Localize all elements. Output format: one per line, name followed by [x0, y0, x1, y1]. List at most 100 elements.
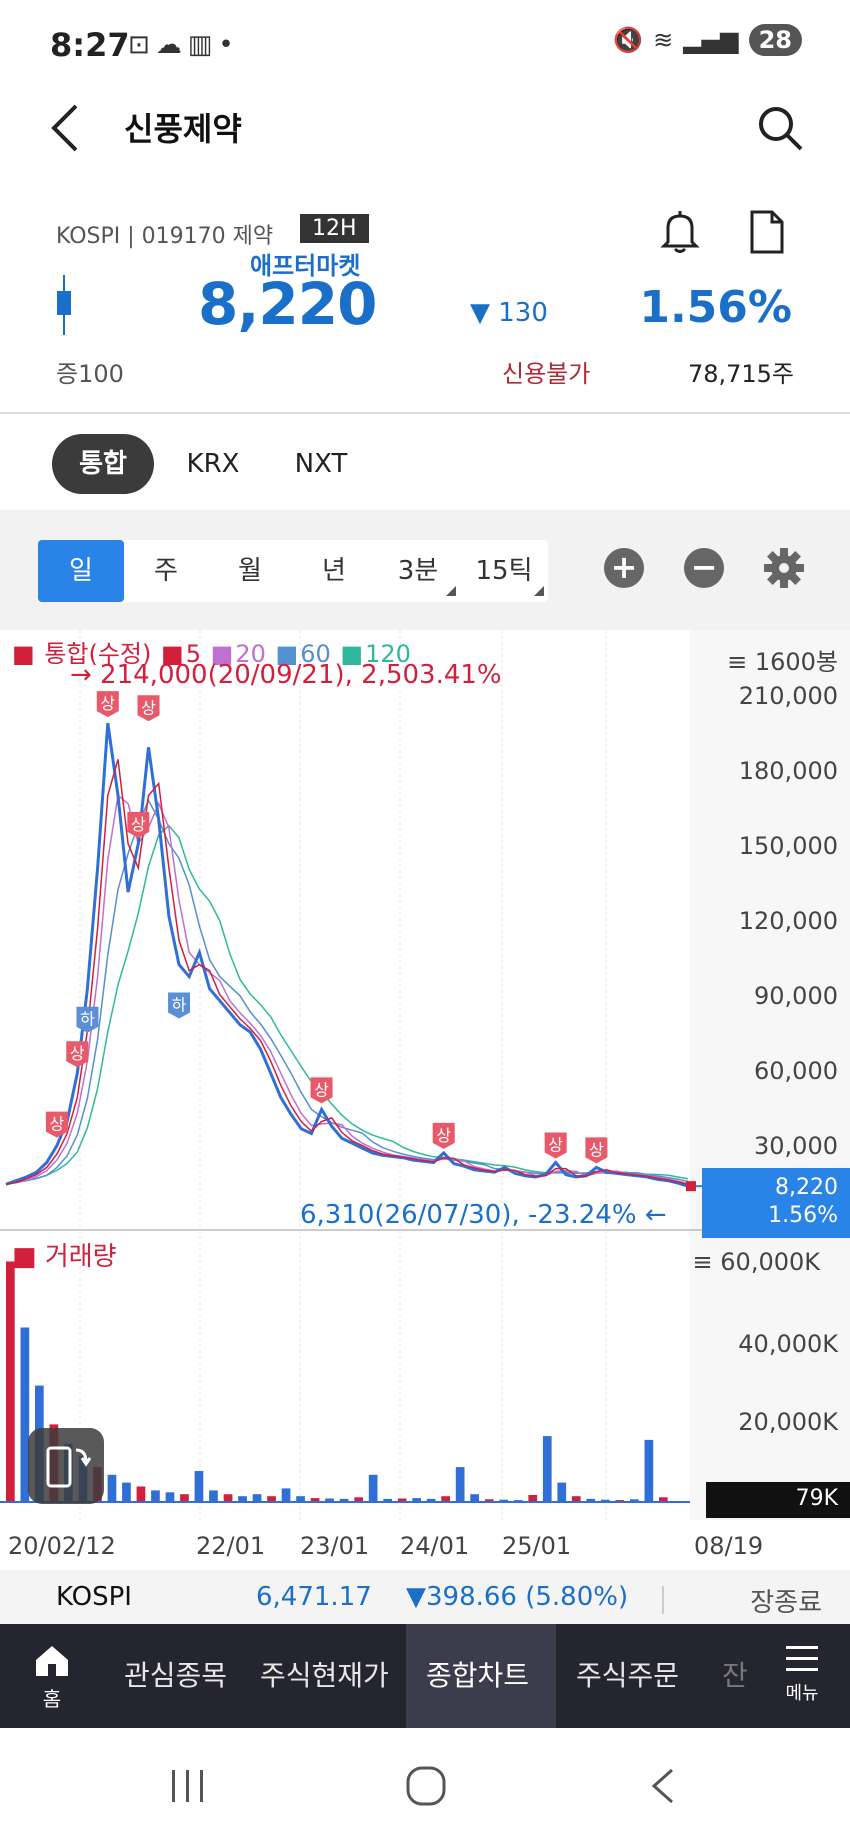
y-tick: 60,000 — [754, 1057, 838, 1085]
bar-count[interactable]: ≡ 1600봉 — [727, 642, 838, 677]
index-name: KOSPI — [56, 1582, 132, 1612]
credit-status: 신용불가 — [502, 360, 591, 388]
page-title: 신풍제약 — [124, 110, 242, 148]
limit-up-label: 상 — [589, 1140, 604, 1159]
volume-bar — [209, 1490, 218, 1502]
nav-home[interactable]: 홈 — [22, 1642, 82, 1712]
market-name: KOSPI — [56, 224, 121, 249]
period-tab-year[interactable]: 년 — [292, 540, 376, 602]
zoom-in-button[interactable]: + — [604, 548, 644, 588]
volume-bar — [180, 1494, 189, 1502]
rotate-icon — [46, 1446, 92, 1488]
low-price-note: 6,310(26/07/30), -23.24% ← — [300, 1200, 667, 1230]
y-tick: 30,000 — [754, 1132, 838, 1160]
nav-order[interactable]: 주식주문 — [576, 1654, 679, 1694]
limit-up-label: 상 — [100, 694, 115, 713]
current-price-tag: 8,220 1.56% — [702, 1168, 850, 1238]
list-icon: ≡ — [727, 648, 755, 676]
nav-more-cut[interactable]: 잔 — [722, 1654, 748, 1694]
period-tab-15tick[interactable]: 15틱 — [460, 540, 548, 602]
limit-up-label: 상 — [436, 1126, 451, 1145]
x-label: 24/01 — [400, 1532, 470, 1560]
nav-menu[interactable]: 메뉴 — [774, 1644, 830, 1705]
period-tab-month[interactable]: 월 — [208, 540, 292, 602]
list-icon: ≡ — [692, 1248, 721, 1276]
session-badge: 12H — [300, 214, 369, 243]
nav-chart[interactable]: 종합차트 — [426, 1654, 529, 1694]
y-tick: 210,000 — [738, 682, 838, 710]
document-icon[interactable] — [746, 210, 786, 254]
x-label: 22/01 — [196, 1532, 266, 1560]
period-tab-day[interactable]: 일 — [38, 540, 124, 602]
period-tab-3min[interactable]: 3분 — [376, 540, 460, 602]
period-toolbar: 일 주 월 년 3분 15틱 + − — [0, 510, 850, 630]
back-system-icon[interactable] — [648, 1766, 678, 1806]
volume-bar — [455, 1467, 465, 1502]
stock-code: 019170 — [141, 224, 226, 249]
margin-rate: 증100 — [56, 360, 124, 388]
rotate-screen-button[interactable] — [28, 1428, 104, 1504]
volume-bar — [122, 1482, 131, 1502]
divider — [662, 1586, 664, 1614]
home-system-icon[interactable] — [404, 1764, 448, 1808]
tab-combined[interactable]: 통합 — [52, 434, 154, 494]
tab-krx[interactable]: KRX — [172, 434, 254, 494]
stock-meta: KOSPI | 019170 제약 — [56, 224, 274, 249]
dropdown-corner-icon — [534, 586, 544, 596]
tab-nxt[interactable]: NXT — [280, 434, 362, 494]
price-chart[interactable]: 상상상상상하하상상상상 ■ 통합(수정) ■5 ■20 ■60 ■120 → 2… — [0, 630, 850, 1560]
volume-bar — [107, 1474, 117, 1502]
x-label: 08/19 — [694, 1532, 764, 1560]
market-status: 장종료 — [750, 1588, 822, 1618]
volume-y-tick: 40,000K — [738, 1330, 838, 1358]
period-tab-week[interactable]: 주 — [124, 540, 208, 602]
index-value: 6,471.17 — [256, 1582, 372, 1612]
period-tabs: 일 주 월 년 3분 15틱 — [38, 540, 548, 602]
hamburger-icon — [786, 1646, 818, 1671]
limit-up-label: 상 — [131, 815, 146, 834]
volume-bar — [557, 1482, 567, 1502]
chart-canvas: 상상상상상하하상상상 상 — [0, 630, 850, 1520]
back-arrow-icon[interactable] — [46, 100, 86, 156]
y-tick: 150,000 — [738, 832, 838, 860]
x-label: 25/01 — [502, 1532, 572, 1560]
bell-icon[interactable] — [660, 210, 700, 254]
high-price-note: → 214,000(20/09/21), 2,503.41% — [70, 660, 502, 690]
nav-current-price[interactable]: 주식현재가 — [260, 1654, 389, 1694]
wifi-icon: ≋ — [653, 26, 674, 54]
index-change: ▼398.66 (5.80%) — [406, 1582, 629, 1612]
status-right-icons: 🔇 ≋ ▂▄▆ 28 — [613, 24, 802, 56]
battery-badge: 28 — [748, 24, 802, 56]
search-icon[interactable] — [756, 104, 804, 152]
dropdown-corner-icon — [446, 586, 456, 596]
y-tick: 90,000 — [754, 982, 838, 1010]
signal-icon: ▂▄▆ — [683, 26, 739, 54]
volume-bar — [6, 1261, 15, 1502]
volume-bar — [136, 1486, 146, 1502]
mute-icon: 🔇 — [613, 26, 644, 54]
nav-watchlist[interactable]: 관심종목 — [124, 1654, 227, 1694]
volume-bar — [194, 1471, 204, 1502]
price-change: ▼ 130 — [470, 298, 548, 328]
status-time: 8:27 — [50, 26, 130, 64]
recent-apps-icon[interactable] — [168, 1766, 208, 1806]
limit-up-label: 상 — [314, 1080, 329, 1099]
volume-bar — [252, 1494, 262, 1502]
divider — [0, 412, 850, 414]
screen: 8:27 ⊡☁▥• 🔇 ≋ ▂▄▆ 28 신풍제약 KOSPI | 019170… — [0, 0, 850, 1842]
home-icon — [36, 1646, 68, 1676]
last-price-marker — [686, 1181, 696, 1192]
zoom-out-button[interactable]: − — [684, 548, 724, 588]
x-label: 20/02/12 — [8, 1532, 116, 1560]
limit-up-label: 상 — [548, 1136, 563, 1155]
current-volume-tag: 79K — [706, 1482, 850, 1518]
volume-bar — [470, 1494, 479, 1502]
candle-icon — [57, 275, 71, 335]
volume-bar — [223, 1494, 233, 1502]
volume-bar — [281, 1488, 291, 1502]
price-change-percent: 1.56% — [639, 282, 792, 333]
index-ticker[interactable]: KOSPI 6,471.17 ▼398.66 (5.80%) 장종료 — [0, 1570, 850, 1630]
gear-icon[interactable] — [762, 546, 806, 590]
bottom-nav: 홈 관심종목 주식현재가 종합차트 주식주문 잔 메뉴 — [0, 1624, 850, 1728]
current-price: 8,220 — [198, 270, 377, 338]
